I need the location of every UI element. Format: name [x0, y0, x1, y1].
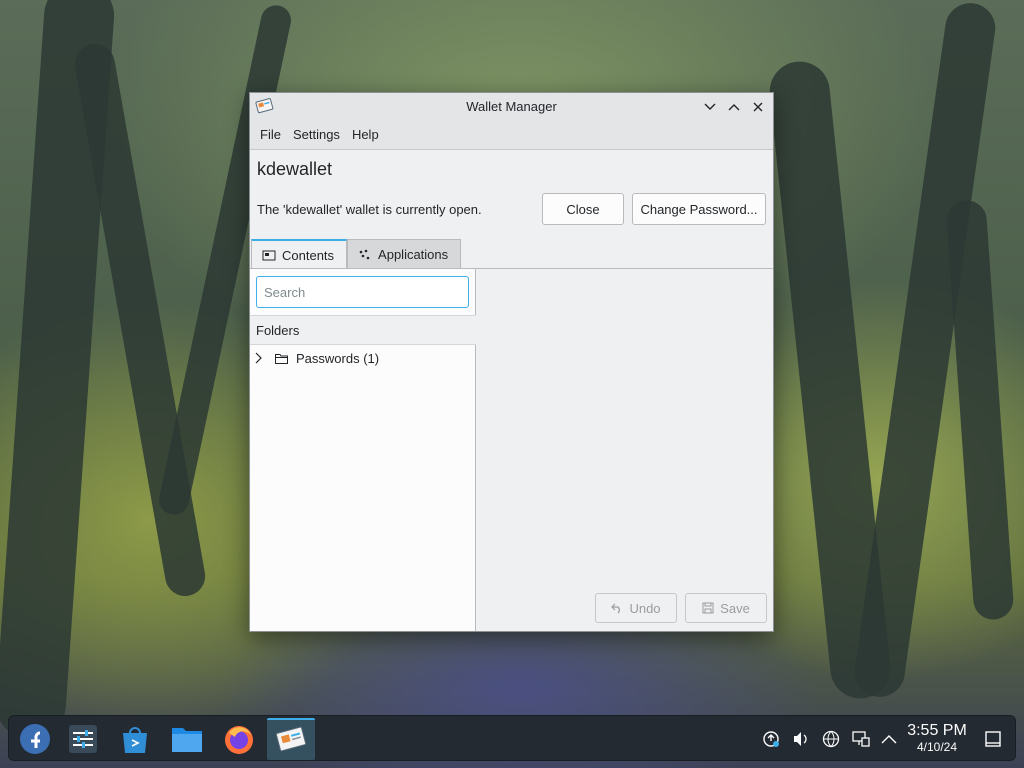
- fedora-launcher-button[interactable]: [11, 718, 59, 760]
- file-manager-button[interactable]: [163, 718, 211, 760]
- title-bar[interactable]: Wallet Manager: [250, 93, 773, 120]
- tab-applications[interactable]: Applications: [347, 239, 462, 269]
- display-icon: [852, 731, 870, 747]
- kwallet-manager-icon: [275, 726, 307, 752]
- tab-bar: Contents Applications: [251, 239, 462, 269]
- folders-column-header[interactable]: Folders: [250, 315, 476, 345]
- firefox-icon: [225, 726, 253, 754]
- wallet-status-text: The 'kdewallet' wallet is currently open…: [257, 202, 482, 217]
- tab-contents-label: Contents: [282, 247, 335, 263]
- minimize-button[interactable]: [699, 96, 721, 117]
- show-desktop-icon: [985, 731, 1001, 747]
- wallet-icon: [262, 250, 276, 261]
- clock-date: 4/10/24: [916, 740, 958, 754]
- close-wallet-button[interactable]: Close: [542, 193, 624, 225]
- volume-tray-button[interactable]: [791, 729, 811, 749]
- save-label: Save: [720, 600, 750, 616]
- fedora-launcher-icon: [20, 724, 50, 754]
- show-desktop-button[interactable]: [983, 729, 1003, 749]
- network-tray-button[interactable]: [821, 729, 841, 749]
- undo-button[interactable]: Undo: [595, 593, 677, 623]
- taskbar: 3:55 PM 4/10/24: [8, 715, 1016, 761]
- menu-settings[interactable]: Settings: [287, 127, 346, 142]
- firefox-button[interactable]: [215, 718, 263, 760]
- volume-icon: [794, 732, 807, 746]
- updates-tray-button[interactable]: [761, 729, 781, 749]
- undo-icon: [611, 603, 621, 614]
- clock-time: 3:55 PM: [907, 722, 967, 739]
- menu-bar: File Settings Help: [250, 120, 773, 150]
- applications-icon: [359, 249, 370, 259]
- window-title: Wallet Manager: [466, 99, 557, 114]
- kwallet-app-icon: [255, 97, 275, 115]
- expand-tray-icon: [881, 735, 897, 744]
- system-settings-icon: [69, 725, 97, 753]
- expand-tray-button[interactable]: [879, 729, 899, 749]
- save-icon: [702, 602, 714, 614]
- search-input[interactable]: [256, 276, 469, 308]
- close-icon: [753, 102, 763, 111]
- tree-item-label: Passwords (1): [296, 350, 380, 366]
- maximize-button[interactable]: [723, 96, 745, 117]
- network-icon: [822, 730, 840, 748]
- folder-pane: Folders Passwords (1): [250, 269, 476, 631]
- close-window-button[interactable]: [747, 96, 769, 117]
- wallet-name-heading: kdewallet: [257, 159, 333, 179]
- file-manager-icon: [172, 728, 202, 752]
- wallpaper-trunk: [945, 199, 1015, 621]
- wallet-manager-window: Wallet Manager File Settings Help kdewal…: [249, 92, 774, 632]
- save-button[interactable]: Save: [685, 593, 767, 623]
- tab-applications-label: Applications: [378, 247, 449, 262]
- discover-store-icon: [123, 727, 147, 753]
- tree-item-passwords[interactable]: Passwords (1): [250, 346, 476, 370]
- chevron-up-icon: [728, 103, 740, 110]
- menu-file[interactable]: File: [254, 127, 287, 142]
- kwallet-manager-button[interactable]: [267, 718, 315, 760]
- updates-icon: [763, 731, 779, 747]
- system-settings-button[interactable]: [59, 718, 107, 760]
- change-password-button[interactable]: Change Password...: [632, 193, 766, 225]
- folder-icon: [275, 353, 288, 364]
- undo-label: Undo: [629, 600, 661, 616]
- tab-contents[interactable]: Contents: [251, 239, 348, 269]
- discover-store-button[interactable]: [111, 718, 159, 760]
- chevron-right-icon[interactable]: [255, 352, 269, 364]
- display-tray-button[interactable]: [851, 729, 871, 749]
- entry-detail-pane: Undo Save: [477, 269, 773, 631]
- chevron-down-icon: [704, 103, 716, 110]
- menu-help[interactable]: Help: [346, 127, 385, 142]
- clock[interactable]: 3:55 PM 4/10/24: [905, 722, 969, 755]
